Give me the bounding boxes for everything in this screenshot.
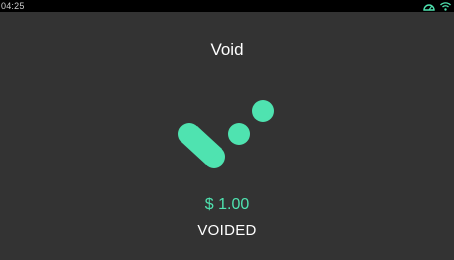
status-icons [423, 1, 451, 11]
page-title: Void [210, 40, 244, 59]
transaction-status: VOIDED [197, 222, 257, 239]
void-logo-icon [175, 98, 279, 170]
amount-text: $ 1.00 [204, 196, 250, 213]
status-bar: 04:25 [0, 0, 454, 12]
speedometer-icon [423, 2, 435, 11]
status-time: 04:25 [1, 1, 25, 11]
wifi-icon [440, 1, 451, 11]
